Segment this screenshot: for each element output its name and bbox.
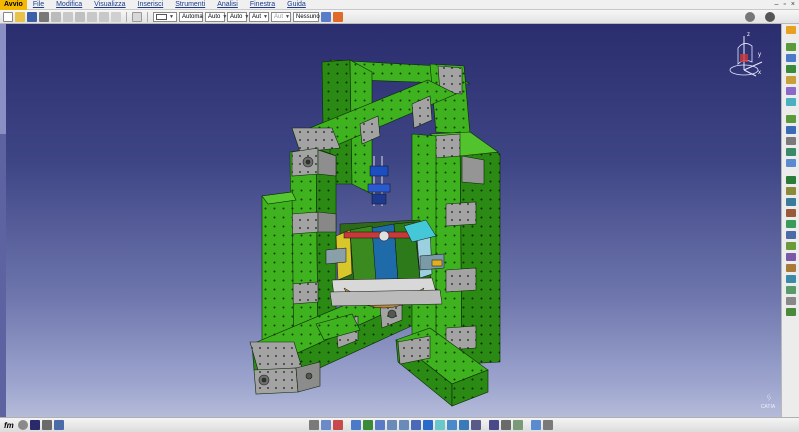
groove-icon[interactable] <box>785 87 796 95</box>
format-painter-icon[interactable] <box>321 11 331 22</box>
user-icon[interactable] <box>765 11 775 22</box>
compass-x-label: x <box>758 70 761 76</box>
rotate-icon[interactable] <box>785 242 796 250</box>
menu-item-file[interactable]: File <box>27 0 50 10</box>
color-select[interactable]: ▼ <box>153 11 177 22</box>
analysis-icon[interactable] <box>785 297 796 305</box>
copy-icon[interactable] <box>63 11 73 22</box>
repeat-icon[interactable] <box>132 11 142 22</box>
toolbar-separator <box>147 11 148 22</box>
print-icon[interactable] <box>39 11 49 22</box>
new-file-icon[interactable] <box>3 11 13 22</box>
measure-inertia-icon[interactable] <box>513 420 523 430</box>
linetype-select[interactable]: Auto ▼ <box>205 11 227 22</box>
translate-icon[interactable] <box>785 231 796 239</box>
apply-material-icon[interactable] <box>531 420 541 430</box>
standard-toolbar: ▼ Automa▼ Auto▼ Auto▼ Aut▼ Aut▼ Nessuno▼ <box>0 10 799 24</box>
walk-icon[interactable] <box>321 420 331 430</box>
close-button[interactable]: × <box>791 1 795 8</box>
pan-icon[interactable] <box>363 420 373 430</box>
compass-widget[interactable]: z y x <box>722 28 772 80</box>
normal-view-icon[interactable] <box>411 420 421 430</box>
pattern-icon[interactable] <box>785 209 796 217</box>
opacity-select[interactable]: Aut ▼ <box>271 11 291 22</box>
right-toolbar <box>781 24 799 417</box>
scale-icon[interactable] <box>785 220 796 228</box>
command-label: fm <box>4 420 14 430</box>
measure-item-icon[interactable] <box>501 420 511 430</box>
redo-icon[interactable] <box>99 11 109 22</box>
rotate-icon-bottom[interactable] <box>375 420 385 430</box>
pad-icon[interactable] <box>785 54 796 62</box>
window-controls: – ▫ × <box>775 1 799 8</box>
menu-item-tools[interactable]: Strumenti <box>169 0 211 10</box>
shaft-icon[interactable] <box>785 76 796 84</box>
shading-icon[interactable] <box>447 420 457 430</box>
menu-item-edit[interactable]: Modifica <box>50 0 88 10</box>
menu-item-analysis[interactable]: Analisi <box>211 0 244 10</box>
help-icon[interactable] <box>111 11 121 22</box>
measure-between-icon[interactable] <box>489 420 499 430</box>
boolean-icon[interactable] <box>785 264 796 272</box>
assembly-model <box>249 59 501 407</box>
rotate-view-icon[interactable] <box>333 420 343 430</box>
compass-z-label: z <box>747 32 750 38</box>
mirror-icon[interactable] <box>785 198 796 206</box>
minimize-button[interactable]: – <box>775 1 779 8</box>
save-icon[interactable] <box>27 11 37 22</box>
lock-icon[interactable] <box>543 420 553 430</box>
toolbar-separator <box>126 11 127 22</box>
menu-item-view[interactable]: Visualizza <box>88 0 131 10</box>
measure-icon[interactable] <box>785 187 796 195</box>
compass-y-label: y <box>758 52 761 58</box>
hide-show-icon[interactable] <box>459 420 469 430</box>
render-style-select[interactable]: Nessuno▼ <box>293 11 327 22</box>
open-icon[interactable] <box>15 11 25 22</box>
thickness-icon[interactable] <box>785 159 796 167</box>
fit-all-icon[interactable] <box>351 420 361 430</box>
thick-surface-icon[interactable] <box>785 286 796 294</box>
monitor-icon[interactable] <box>29 420 40 430</box>
chamfer-icon[interactable] <box>785 126 796 134</box>
zoom-in-icon[interactable] <box>387 420 397 430</box>
maximize-button[interactable]: ▫ <box>783 1 785 8</box>
layer-select[interactable]: Automa▼ <box>179 11 210 22</box>
properties-icon[interactable] <box>333 11 343 22</box>
draft-icon[interactable] <box>785 137 796 145</box>
annotation-icon[interactable] <box>785 308 796 316</box>
cut-icon[interactable] <box>51 11 61 22</box>
paste-icon[interactable] <box>75 11 85 22</box>
menu-item-start[interactable]: Avvio <box>0 0 27 10</box>
menu-item-help[interactable]: Guida <box>281 0 312 10</box>
3d-viewport[interactable]: z y x ᛃ CATIA <box>0 24 781 417</box>
tree-icon[interactable] <box>53 420 64 430</box>
menu-item-window[interactable]: Finestra <box>244 0 281 10</box>
swap-space-icon[interactable] <box>471 420 481 430</box>
bottom-toolbar: fm <box>0 417 799 432</box>
undo-icon[interactable] <box>87 11 97 22</box>
viewport-scrollbar[interactable] <box>0 24 6 417</box>
workbench-icon[interactable] <box>785 26 796 34</box>
shell-icon[interactable] <box>785 148 796 156</box>
pocket-icon[interactable] <box>785 65 796 73</box>
multi-view-icon[interactable] <box>423 420 433 430</box>
point-select[interactable]: Aut ▼ <box>249 11 269 22</box>
hand-icon[interactable] <box>41 420 52 430</box>
split-icon[interactable] <box>785 275 796 283</box>
sketch-icon[interactable] <box>785 43 796 51</box>
scrollbar-thumb[interactable] <box>0 24 6 134</box>
fly-mode-icon[interactable] <box>309 420 319 430</box>
hole-icon[interactable] <box>785 98 796 106</box>
zoom-out-icon[interactable] <box>399 420 409 430</box>
symmetry-icon[interactable] <box>785 253 796 261</box>
search-icon[interactable] <box>745 11 755 22</box>
iso-view-icon[interactable] <box>435 420 445 430</box>
speech-icon[interactable] <box>17 420 28 430</box>
fillet-icon[interactable] <box>785 115 796 123</box>
menu-item-insert[interactable]: Inserisci <box>132 0 170 10</box>
catia-logo: ᛃ CATIA <box>760 390 776 410</box>
constraint-icon[interactable] <box>785 176 796 184</box>
menu-bar: Avvio File Modifica Visualizza Inserisci… <box>0 0 799 10</box>
lineweight-select[interactable]: Auto ▼ <box>227 11 249 22</box>
